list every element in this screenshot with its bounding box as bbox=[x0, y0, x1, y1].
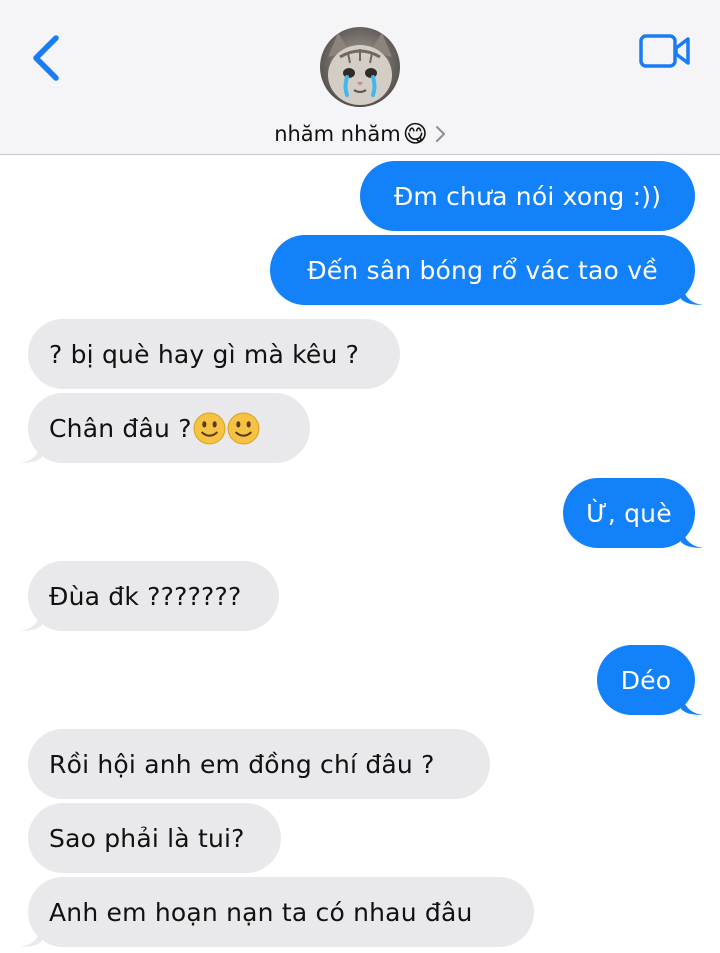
message-text: Rồi hội anh em đồng chí đâu ? bbox=[49, 749, 435, 779]
message-bubble-incoming[interactable]: Sao phải là tui? bbox=[28, 803, 281, 873]
message-text: Đùa đk ??????? bbox=[49, 581, 242, 611]
bubble-tail bbox=[681, 524, 703, 548]
message-bubble-outgoing[interactable]: Đm chưa nói xong :)) bbox=[360, 161, 695, 231]
bubble-tail bbox=[20, 607, 42, 631]
bubble-tail bbox=[681, 691, 703, 715]
message-text: Anh em hoạn nạn ta có nhau đâu bbox=[49, 897, 473, 927]
message-text: Sao phải là tui? bbox=[49, 823, 245, 853]
message-bubble-outgoing[interactable]: Ừ, què bbox=[563, 478, 703, 548]
bubble-tail bbox=[20, 439, 42, 463]
bubble-tail bbox=[681, 281, 703, 305]
message-text: Déo bbox=[620, 665, 672, 695]
message-bubble-incoming[interactable]: Đùa đk ??????? bbox=[20, 561, 279, 631]
message-list: Đm chưa nói xong :)) Đến sân bóng rổ vác… bbox=[0, 0, 720, 953]
message-text: Ừ, què bbox=[586, 498, 672, 528]
message-text: Chân đâu ? bbox=[49, 413, 192, 443]
slightly-smiling-face-icon bbox=[193, 412, 226, 444]
message-bubble-incoming[interactable]: ? bị què hay gì mà kêu ? bbox=[28, 319, 400, 389]
bubble-tail bbox=[20, 923, 42, 947]
message-bubble-incoming[interactable]: Rồi hội anh em đồng chí đâu ? bbox=[28, 729, 490, 799]
slightly-smiling-face-icon bbox=[227, 412, 260, 444]
message-bubble-incoming[interactable]: Anh em hoạn nạn ta có nhau đâu bbox=[20, 877, 534, 947]
message-text: Đến sân bóng rổ vác tao về bbox=[307, 255, 658, 285]
message-bubble-outgoing[interactable]: Đến sân bóng rổ vác tao về bbox=[270, 235, 703, 305]
message-bubble-outgoing[interactable]: Déo bbox=[597, 645, 703, 715]
message-text: ? bị què hay gì mà kêu ? bbox=[49, 339, 360, 369]
message-text: Đm chưa nói xong :)) bbox=[393, 181, 662, 211]
message-bubble-incoming[interactable]: Chân đâu ? bbox=[20, 393, 310, 463]
